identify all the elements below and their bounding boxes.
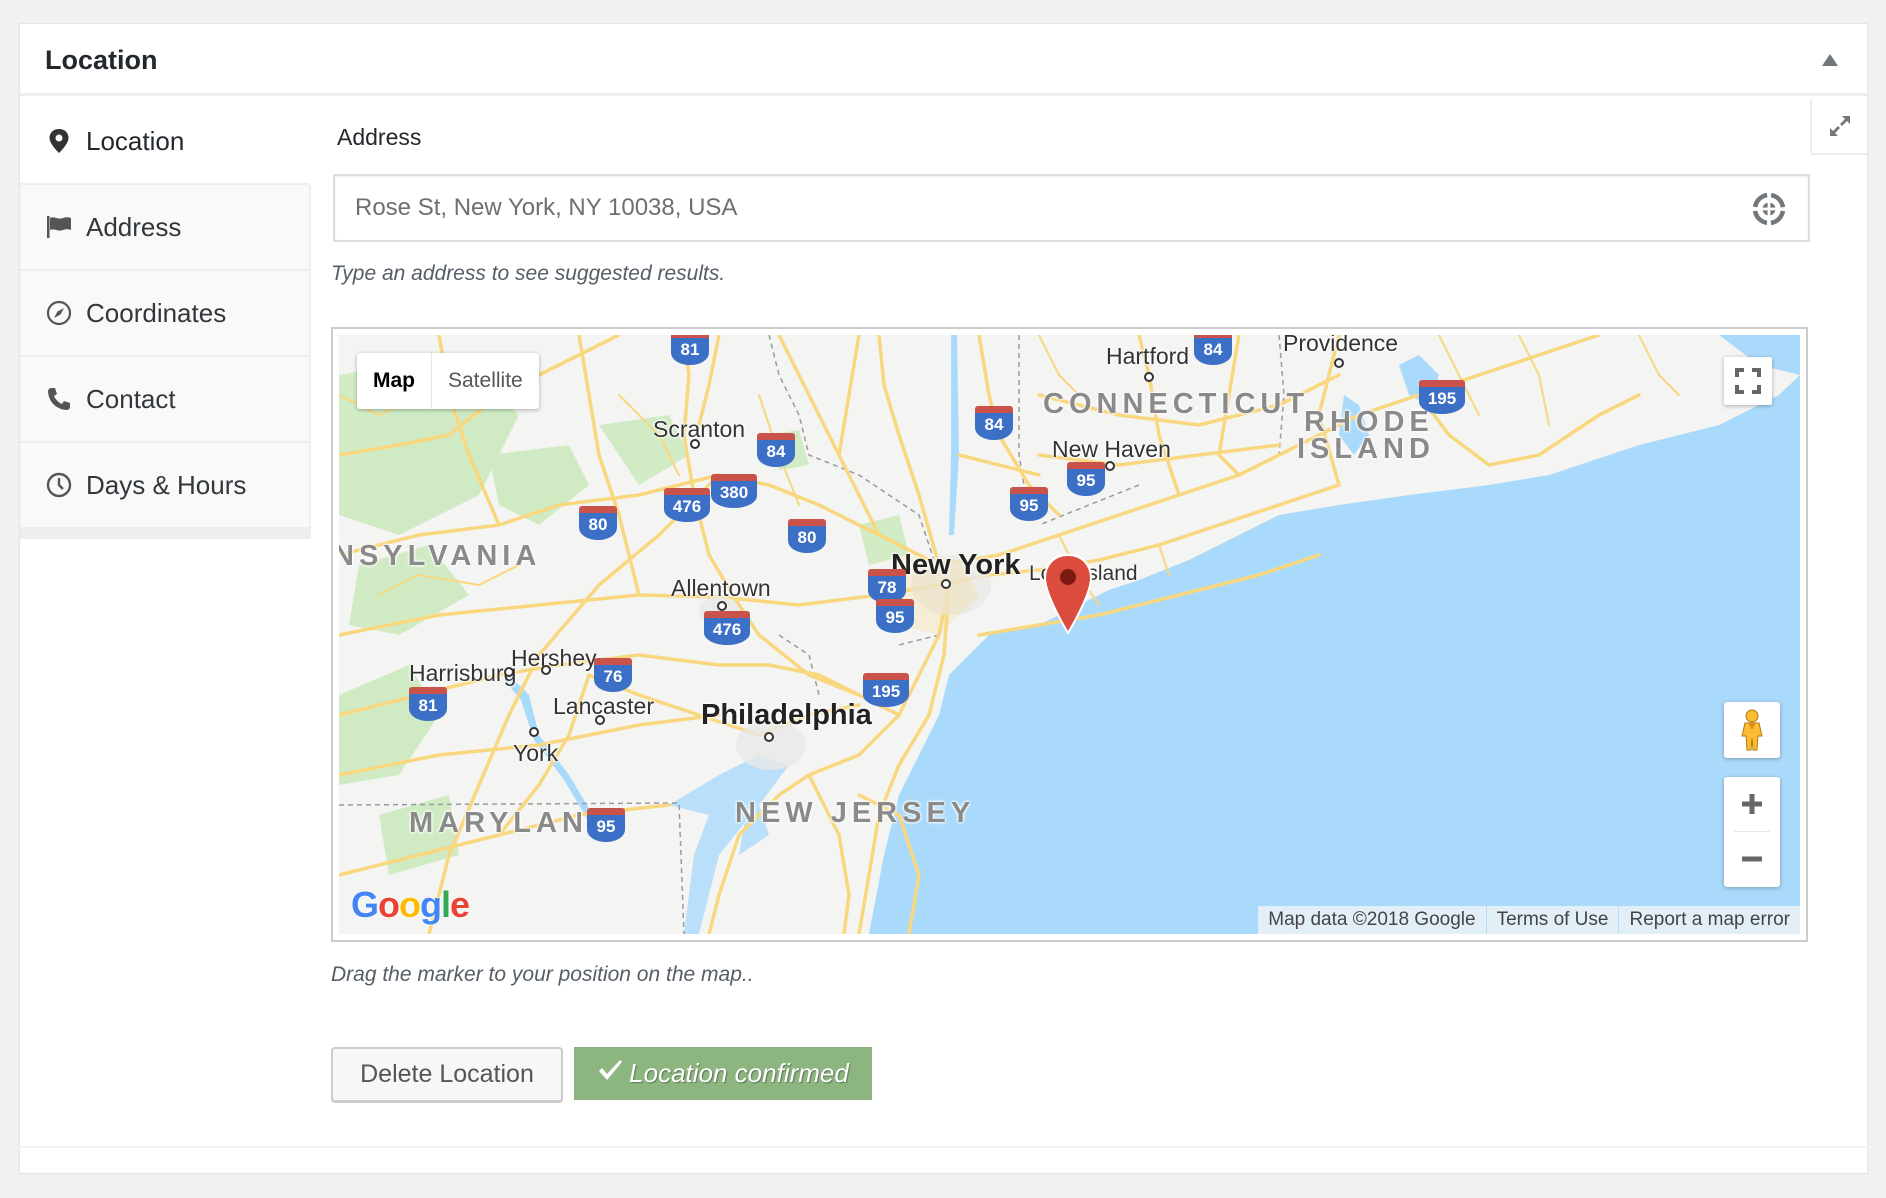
panel-title: Location — [45, 45, 158, 75]
google-logo: Google — [351, 884, 470, 925]
collapse-toggle-button[interactable] — [1821, 53, 1839, 67]
map-container: NSYLVANIA CONNECTICUT RHODE ISLAND NEW J… — [331, 327, 1808, 942]
map-type-satellite[interactable]: Satellite — [432, 353, 539, 409]
interstate-shield: 81 — [671, 335, 709, 365]
panel-header: Location — [20, 24, 1867, 96]
city-label-hershey: Hershey — [511, 645, 597, 671]
expand-button[interactable] — [1810, 99, 1867, 155]
interstate-shield: 84 — [757, 433, 795, 467]
zoom-control — [1724, 777, 1780, 887]
interstate-shield: 476 — [664, 488, 710, 522]
phone-icon — [46, 386, 72, 412]
interstate-shield: 84 — [975, 406, 1013, 440]
interstate-shield: 476 — [704, 611, 750, 645]
city-dot-new-haven — [1105, 461, 1115, 471]
sidebar-item-label: Coordinates — [86, 297, 227, 328]
city-label-scranton: Scranton — [653, 416, 746, 442]
state-label-pennsylvania: NSYLVANIA — [339, 540, 542, 572]
map-type-map[interactable]: Map — [357, 353, 432, 409]
crosshair-icon — [1752, 192, 1786, 226]
interstate-shield: 195 — [863, 673, 909, 707]
state-label-new-jersey: NEW JERSEY — [735, 797, 976, 829]
address-input[interactable] — [335, 176, 1808, 240]
sidebar-footer — [20, 529, 311, 539]
sidebar-item-location[interactable]: Location — [20, 99, 311, 185]
panel-divider — [19, 1146, 1868, 1148]
city-label-york: York — [513, 740, 559, 766]
city-label-new-york: New York — [891, 549, 1021, 581]
clock-icon — [46, 472, 72, 498]
interstate-shield: 80 — [579, 506, 617, 540]
city-dot-york — [529, 727, 539, 737]
sidebar-item-label: Contact — [86, 383, 176, 414]
interstate-shield: 95 — [1067, 462, 1105, 496]
address-help-text: Type an address to see suggested results… — [331, 262, 726, 285]
map-fullscreen-button[interactable] — [1724, 357, 1772, 405]
sidebar-item-contact[interactable]: Contact — [20, 357, 311, 443]
city-label-allentown: Allentown — [671, 575, 771, 601]
locate-me-button[interactable] — [1750, 190, 1788, 228]
google-map[interactable]: NSYLVANIA CONNECTICUT RHODE ISLAND NEW J… — [339, 335, 1800, 934]
interstate-shield: 76 — [594, 658, 632, 692]
city-dot-allentown — [717, 601, 727, 611]
plus-icon — [1742, 794, 1762, 814]
interstate-shield: 95 — [587, 808, 625, 842]
interstate-shield: 80 — [788, 519, 826, 553]
interstate-shield: 380 — [711, 474, 757, 508]
sidebar-item-label: Address — [86, 211, 182, 242]
terms-of-use-link[interactable]: Terms of Use — [1497, 909, 1609, 930]
location-confirmed-label: Location confirmed — [629, 1058, 849, 1088]
map-pin-marker-icon — [1043, 553, 1093, 635]
compass-icon — [46, 300, 72, 326]
city-label-new-haven: New Haven — [1052, 436, 1171, 462]
expand-arrows-icon — [1829, 116, 1850, 136]
fullscreen-icon — [1735, 368, 1761, 394]
map-data-credit: Map data ©2018 Google — [1268, 909, 1476, 930]
location-confirmed-status: Location confirmed — [574, 1047, 872, 1100]
sidebar-item-coordinates[interactable]: Coordinates — [20, 271, 311, 357]
interstate-shield: 84 — [1194, 335, 1232, 365]
state-label-maryland: MARYLAND — [409, 807, 614, 839]
interstate-shield: 81 — [409, 687, 447, 721]
city-dot-scranton — [690, 439, 700, 449]
sidebar-item-days-hours[interactable]: Days & Hours — [20, 443, 311, 529]
sidebar-item-label: Days & Hours — [86, 469, 247, 500]
city-dot-new-york — [941, 579, 951, 589]
interstate-shield: 195 — [1419, 380, 1465, 414]
triangle-up-icon — [1822, 54, 1838, 66]
sidebar-item-address[interactable]: Address — [20, 185, 311, 271]
location-marker[interactable] — [1042, 553, 1094, 637]
street-view-pegman-icon — [1741, 709, 1763, 751]
city-dot-providence — [1334, 358, 1344, 368]
delete-location-button[interactable]: Delete Location — [331, 1047, 563, 1102]
checkmark-icon — [597, 1058, 623, 1089]
city-dot-hershey — [541, 665, 551, 675]
city-dot-hartford — [1144, 372, 1154, 382]
report-map-error-link[interactable]: Report a map error — [1629, 909, 1790, 930]
state-label-island: ISLAND — [1297, 433, 1435, 465]
minus-icon — [1742, 856, 1762, 862]
map-instructions: Drag the marker to your position on the … — [331, 963, 754, 986]
address-label: Address — [337, 124, 422, 150]
map-type-control: Map Satellite — [357, 353, 539, 409]
city-label-providence: Providence — [1283, 335, 1399, 356]
city-label-philadelphia: Philadelphia — [701, 699, 872, 731]
city-label-harrisburg: Harrisburg — [409, 660, 517, 686]
sidebar-tabs: Location Address Coordinates Contact Day… — [20, 99, 311, 539]
flag-icon — [46, 214, 72, 240]
zoom-in-button[interactable] — [1724, 777, 1780, 831]
interstate-shield: 95 — [876, 599, 914, 633]
city-label-hartford: Hartford — [1106, 343, 1190, 369]
city-dot-lancaster — [595, 715, 605, 725]
interstate-shield: 78 — [868, 569, 906, 603]
address-field — [333, 174, 1810, 242]
map-pin-icon — [46, 128, 72, 154]
map-attribution: Map data ©2018 Google Terms of Use Repor… — [1258, 906, 1800, 934]
street-view-button[interactable] — [1724, 702, 1780, 758]
city-dot-philadelphia — [764, 732, 774, 742]
sidebar-item-label: Location — [86, 125, 185, 156]
state-label-connecticut: CONNECTICUT — [1043, 388, 1310, 420]
interstate-shield: 95 — [1010, 487, 1048, 521]
zoom-out-button[interactable] — [1724, 832, 1780, 886]
